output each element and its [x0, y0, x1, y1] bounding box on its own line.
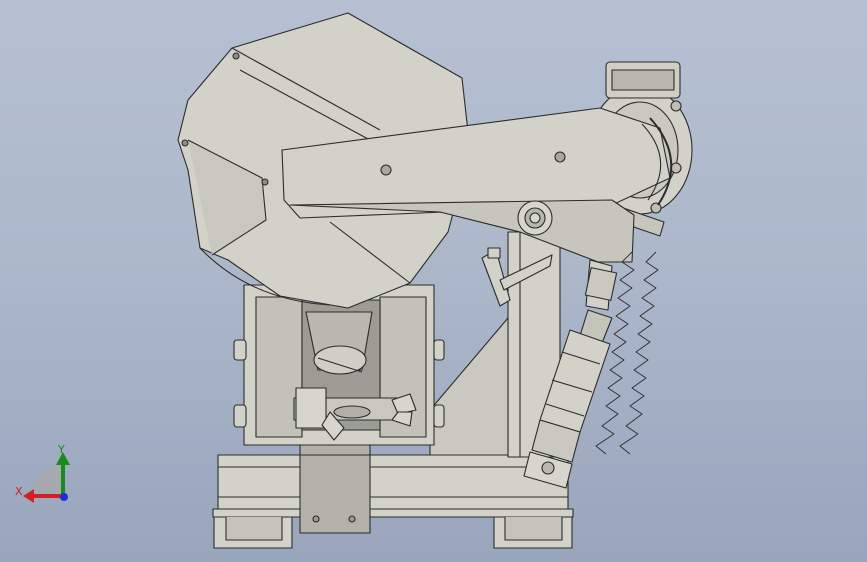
- x-axis-label: X: [15, 485, 23, 498]
- x-axis-arrowhead: [23, 489, 34, 503]
- z-axis-dot: [60, 493, 68, 501]
- vise-assembly: [233, 284, 445, 446]
- cad-viewport[interactable]: X Y: [0, 0, 867, 562]
- y-axis-arrow: [61, 462, 65, 494]
- x-axis-arrow: [32, 494, 63, 498]
- coordinate-triad: [23, 452, 70, 503]
- triad-plane-indicator: [33, 463, 63, 493]
- cutoff-saw-assembly[interactable]: [0, 0, 867, 562]
- y-axis-label: Y: [58, 443, 65, 456]
